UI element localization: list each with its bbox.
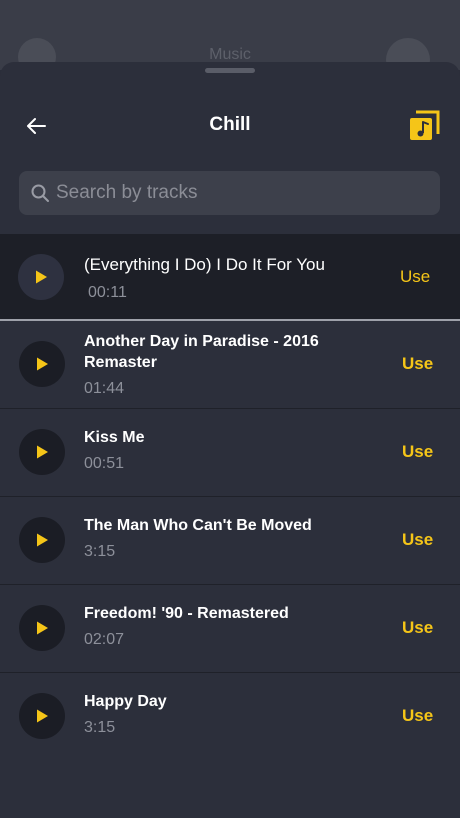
page-title: Chill xyxy=(209,114,251,135)
play-icon xyxy=(36,270,47,284)
track-duration: 3:15 xyxy=(84,719,116,736)
use-button[interactable]: Use xyxy=(400,267,430,287)
play-button[interactable] xyxy=(19,429,65,475)
sheet-header: Chill xyxy=(0,102,460,150)
track-picker-sheet: Chill Search by tracks (Everything I Do)… xyxy=(0,62,460,818)
use-button[interactable]: Use xyxy=(402,530,433,550)
track-row[interactable]: Freedom! '90 - Remastered 02:07 Use xyxy=(0,585,460,673)
track-duration: 00:11 xyxy=(88,284,127,301)
track-duration: 00:51 xyxy=(84,455,125,472)
track-list: (Everything I Do) I Do It For You 00:11 … xyxy=(0,234,460,761)
use-button[interactable]: Use xyxy=(402,618,433,638)
track-info: (Everything I Do) I Do It For You 00:11 xyxy=(84,254,374,303)
track-duration: 02:07 xyxy=(84,631,125,648)
search-input[interactable] xyxy=(56,171,440,215)
music-library-button[interactable] xyxy=(408,110,440,142)
background-header: Music xyxy=(0,0,460,82)
play-icon xyxy=(37,357,48,371)
music-note-icon xyxy=(410,110,440,140)
track-duration: 01:44 xyxy=(84,380,125,397)
play-icon xyxy=(37,621,48,635)
use-button[interactable]: Use xyxy=(402,354,433,374)
play-icon xyxy=(37,533,48,547)
track-info: Another Day in Paradise - 2016 Remaster … xyxy=(84,331,374,399)
play-button[interactable] xyxy=(19,517,65,563)
search-bar[interactable] xyxy=(19,171,440,215)
play-icon xyxy=(37,445,48,459)
play-icon xyxy=(37,709,48,723)
search-icon xyxy=(30,183,50,203)
track-name: Another Day in Paradise - 2016 Remaster xyxy=(84,333,319,371)
play-button[interactable] xyxy=(19,341,65,387)
track-name: (Everything I Do) I Do It For You xyxy=(84,255,325,274)
track-info: Kiss Me 00:51 xyxy=(84,427,374,474)
track-name: Happy Day xyxy=(84,693,167,710)
track-info: Happy Day 3:15 xyxy=(84,691,374,738)
use-button[interactable]: Use xyxy=(402,442,433,462)
use-button[interactable]: Use xyxy=(402,706,433,726)
track-name: Freedom! '90 - Remastered xyxy=(84,605,289,622)
track-row[interactable]: Happy Day 3:15 Use xyxy=(0,673,460,761)
track-duration: 3:15 xyxy=(84,543,116,560)
play-button[interactable] xyxy=(18,254,64,300)
play-button[interactable] xyxy=(19,693,65,739)
track-info: Freedom! '90 - Remastered 02:07 xyxy=(84,603,374,650)
track-name: Kiss Me xyxy=(84,429,145,446)
sheet-grabber[interactable] xyxy=(205,68,255,73)
play-button[interactable] xyxy=(19,605,65,651)
track-info: The Man Who Can't Be Moved 3:15 xyxy=(84,515,374,562)
track-row-playing[interactable]: (Everything I Do) I Do It For You 00:11 … xyxy=(0,234,460,321)
track-row[interactable]: The Man Who Can't Be Moved 3:15 Use xyxy=(0,497,460,585)
track-row[interactable]: Another Day in Paradise - 2016 Remaster … xyxy=(0,321,460,409)
track-row[interactable]: Kiss Me 00:51 Use xyxy=(0,409,460,497)
track-name: The Man Who Can't Be Moved xyxy=(84,517,312,534)
